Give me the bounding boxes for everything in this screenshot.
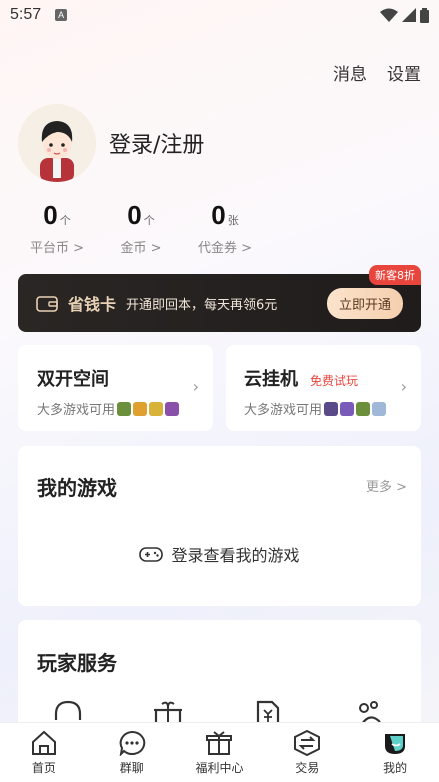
messages-button[interactable]: 消息 [333,60,367,85]
game-icon [324,401,339,416]
gamepad-icon [139,547,164,562]
login-view-games-text: 登录查看我的游戏 [171,546,300,565]
feature-subtitle: 大多游戏可用 [244,399,421,418]
bottom-navigation: 首页 群聊 福利中心 交易 我的 [0,722,439,782]
stat-value: 0 [211,200,226,230]
avatar-illustration-icon [18,104,96,182]
chevron-right-icon: › [400,377,407,396]
player-services-title: 玩家服务 [37,651,117,675]
more-games-link[interactable]: 更多 > [366,476,407,495]
top-bar: 消息 设置 [333,60,421,85]
stat-unit: 个 [143,214,155,227]
paw-icon[interactable] [354,700,386,724]
nav-welfare-center[interactable]: 福利中心 [176,723,264,782]
chat-bubble-icon [119,730,145,756]
stat-voucher[interactable]: 0张 代金券 > [180,200,270,256]
wifi-icon [380,8,398,22]
cloud-idle-card[interactable]: 云挂机 免费试玩 大多游戏可用 › [226,345,421,431]
free-trial-tag: 免费试玩 [310,374,359,388]
nav-home[interactable]: 首页 [0,723,88,782]
nav-mine[interactable]: 我的 [351,723,439,782]
headset-icon[interactable] [52,700,84,724]
status-icons [380,7,429,23]
stat-value: 0 [127,200,142,230]
game-icon [149,401,164,416]
nav-label: 福利中心 [195,760,244,775]
stat-unit: 个 [59,214,71,227]
gift-icon[interactable] [152,700,184,724]
feature-title: 双开空间 [37,369,109,390]
stat-platform-coin[interactable]: 0个 平台币 > [12,200,102,256]
nav-group-chat[interactable]: 群聊 [88,723,176,782]
yuan-document-icon[interactable] [254,700,282,724]
feature-subtitle-text: 大多游戏可用 [244,403,323,418]
feature-subtitle: 大多游戏可用 [37,399,213,418]
my-games-title: 我的游戏 [37,476,117,500]
savings-card-banner[interactable]: 省钱卡 开通即回本，每天再领6元 立即开通 [18,274,421,332]
game-icon [356,401,371,416]
app-notification-icon: A [55,9,68,21]
game-icon [340,401,355,416]
nav-label: 首页 [31,760,56,775]
stat-label: 代金券 > [197,241,253,256]
game-icon [165,401,180,416]
feature-subtitle-text: 大多游戏可用 [37,403,116,418]
savings-card-title: 省钱卡 [68,295,117,314]
settings-button[interactable]: 设置 [387,60,421,85]
stat-gold-coin[interactable]: 0个 金币 > [96,200,186,256]
game-icon [133,401,148,416]
stat-label: 平台币 > [29,241,85,256]
home-icon [31,730,56,755]
profile-header: 登录/注册 [18,104,204,182]
avatar[interactable] [18,104,96,182]
feature-title: 云挂机 [244,369,298,390]
nav-trade[interactable]: 交易 [263,723,351,782]
savings-card-desc: 开通即回本，每天再领6元 [126,297,278,313]
status-time: 5:57 [10,6,42,23]
my-games-card: 我的游戏 更多 > 登录查看我的游戏 [18,446,421,606]
login-register-link[interactable]: 登录/注册 [109,127,204,159]
nav-label: 群聊 [119,760,144,775]
stat-unit: 张 [227,214,239,227]
activate-now-button[interactable]: 立即开通 [326,287,403,319]
stat-value: 0 [43,200,58,230]
login-view-games[interactable]: 登录查看我的游戏 [18,542,421,566]
wallet-icon [36,296,58,312]
game-icon [372,401,387,416]
nav-label: 我的 [383,760,408,775]
profile-face-icon [385,733,406,754]
new-customer-discount-badge: 新客8折 [369,265,421,285]
dual-space-card[interactable]: 双开空间 大多游戏可用 › [18,345,213,431]
nav-label: 交易 [295,760,320,775]
signal-icon [402,8,416,22]
game-icon [117,401,132,416]
exchange-icon [294,729,321,756]
status-bar: 5:57 A [0,0,439,30]
chevron-right-icon: › [192,377,199,396]
battery-icon [420,7,429,23]
gift-box-icon [206,730,233,755]
stat-label: 金币 > [120,241,162,256]
